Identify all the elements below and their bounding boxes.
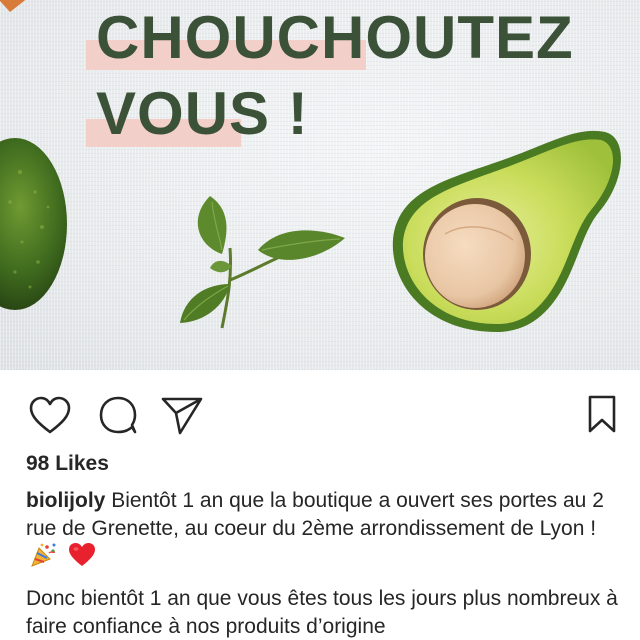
paper-plane-icon[interactable] [160, 394, 204, 436]
carrot-decoration [0, 0, 26, 12]
leaf-sprig-image [180, 196, 345, 329]
caption-text: Bientôt 1 an que la boutique a ouvert se… [26, 489, 604, 540]
halved-avocado-image [392, 130, 621, 332]
post-caption: biolijoly Bientôt 1 an que la boutique a… [26, 487, 626, 572]
caption-username[interactable]: biolijoly [26, 489, 105, 512]
heart-icon[interactable] [28, 395, 72, 435]
red-heart-icon [68, 543, 95, 566]
headline-line-1: CHOUCHOUTEZ [96, 4, 574, 71]
party-popper-icon [31, 543, 56, 567]
headline-line-2: VOUS ! [96, 80, 309, 147]
bookmark-icon[interactable] [586, 394, 618, 434]
post-image[interactable]: CHOUCHOUTEZ VOUS ! [0, 0, 640, 370]
whole-avocado-image [0, 138, 67, 310]
caption-paragraph-2: Donc bientôt 1 an que vous êtes tous les… [26, 587, 618, 638]
likes-count[interactable]: 98 Likes [26, 452, 109, 476]
comment-icon[interactable] [98, 395, 140, 435]
post-action-bar [0, 370, 640, 460]
